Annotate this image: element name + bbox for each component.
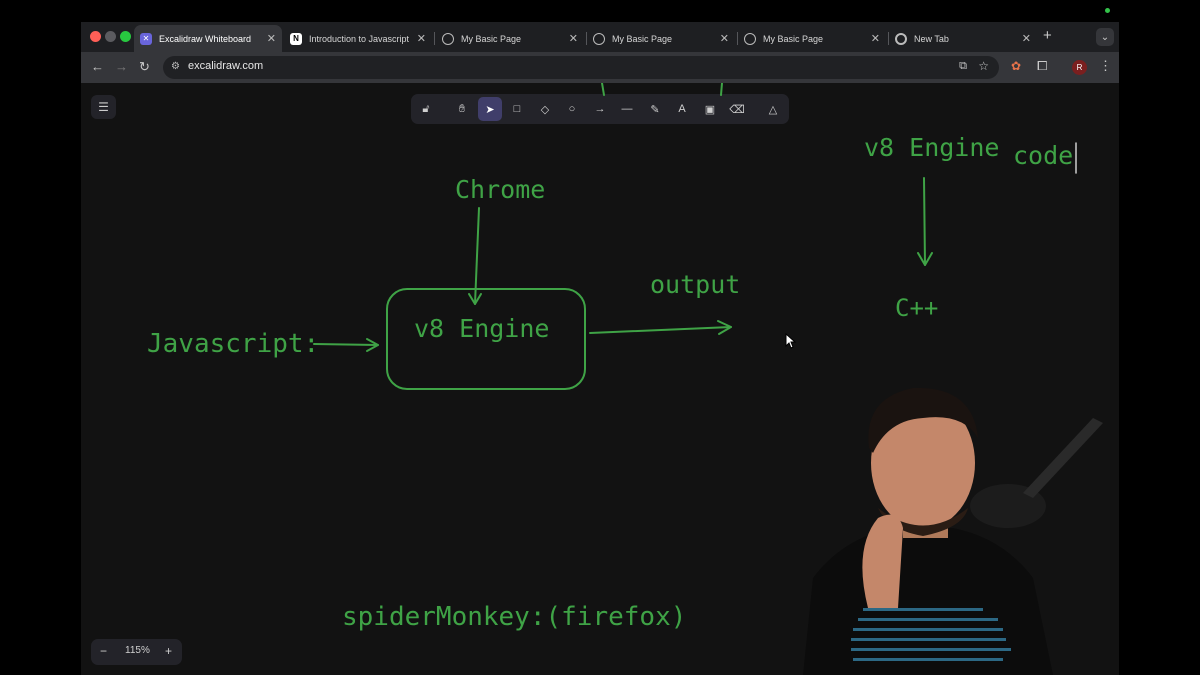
label-output[interactable]: output [650,270,740,299]
site-info-icon[interactable]: ⚙ [171,61,180,72]
mouse-pointer-icon [785,333,797,349]
tab-excalidraw[interactable]: ✕ Excalidraw Whiteboard ✕ [134,25,282,52]
tab-title: My Basic Page [763,33,824,44]
label-spidermonkey[interactable]: spiderMonkey:(firefox) [342,602,686,632]
label-cpp[interactable]: C++ [895,294,938,322]
zoom-level[interactable]: 115% [125,645,150,656]
recording-indicator-dot [1105,8,1110,13]
browser-window: ✕ Excalidraw Whiteboard ✕ N Introduction… [81,22,1119,675]
presenter-webcam-overlay [803,387,1103,675]
whiteboard-canvas[interactable]: ☰ 🔓︎ ✋︎ ➤ □ ◇ ○ → — ✎ A ▣ ⌫ △ Chrome v8 … [81,83,1119,675]
label-chrome[interactable]: Chrome [455,175,545,204]
tab-title: Introduction to Javascript [309,33,410,44]
close-tab-icon[interactable]: ✕ [871,32,880,45]
label-v8-engine-box[interactable]: v8 Engine [414,314,549,343]
tab-my-basic-page-2[interactable]: My Basic Page ✕ [587,25,735,52]
partial-shape-stroke [601,83,605,96]
forward-arrow-icon[interactable]: → [115,59,128,74]
close-tab-icon[interactable]: ✕ [417,32,426,45]
close-tab-icon[interactable]: ✕ [569,32,578,45]
tab-search-chevron-icon[interactable]: ⌄ [1096,28,1114,46]
extensions-puzzle-icon[interactable]: ⧠ [1037,58,1047,74]
reload-icon[interactable]: ↻ [139,59,150,75]
mic-arm [1023,418,1103,498]
close-tab-icon[interactable]: ✕ [1022,32,1031,45]
profile-avatar[interactable]: R [1072,60,1087,75]
partial-shape-stroke [720,83,723,96]
install-app-icon[interactable]: ⧉ [959,60,967,73]
extension-icon[interactable]: ✿ [1011,59,1021,73]
zoom-in-button[interactable]: + [165,644,172,658]
close-tab-icon[interactable]: ✕ [267,32,276,45]
chrome-icon [895,32,907,45]
close-window-button[interactable] [90,31,101,42]
presenter-hand [862,514,903,608]
globe-icon [744,32,756,45]
v8-to-output-arrow [589,326,732,334]
tab-title: New Tab [914,33,949,44]
notion-icon: N [290,32,302,45]
maximize-window-button[interactable] [120,31,131,42]
tab-intro-javascript[interactable]: N Introduction to Javascript ✕ [284,25,432,52]
tab-divider [434,32,435,45]
tab-title: My Basic Page [461,33,522,44]
globe-icon [442,32,454,45]
bookmark-star-icon[interactable]: ☆ [978,59,989,73]
zoom-out-button[interactable]: − [100,644,107,658]
globe-icon [593,32,605,45]
tab-title: My Basic Page [612,33,673,44]
url-text[interactable]: excalidraw.com [188,60,263,72]
browser-toolbar: ← → ↻ ⚙ excalidraw.com ⧉ ☆ ✿ ⧠ R ⋮ [81,52,1119,83]
label-v8-engine-right[interactable]: v8 Engine [864,133,999,162]
tab-new-tab[interactable]: New Tab ✕ [889,25,1037,52]
more-menu-icon[interactable]: ⋮ [1099,58,1112,74]
back-arrow-icon[interactable]: ← [91,59,104,74]
new-tab-plus-icon[interactable]: + [1043,27,1052,44]
close-tab-icon[interactable]: ✕ [720,32,729,45]
presenter-shirt [803,528,1053,675]
tab-title: Excalidraw Whiteboard [159,33,252,44]
address-bar[interactable]: ⚙ excalidraw.com ⧉ ☆ [163,56,999,79]
javascript-to-v8-arrow [313,343,379,346]
label-javascript[interactable]: Javascript: [147,329,319,359]
tab-bar: ✕ Excalidraw Whiteboard ✕ N Introduction… [81,22,1119,52]
v8-to-cpp-arrow [923,177,926,266]
tab-my-basic-page-3[interactable]: My Basic Page ✕ [738,25,886,52]
zoom-control: − 115% + [91,639,182,665]
excalidraw-icon: ✕ [140,32,152,45]
label-code[interactable]: code [1013,141,1073,170]
minimize-window-button[interactable] [105,31,116,42]
tab-my-basic-page-1[interactable]: My Basic Page ✕ [436,25,584,52]
